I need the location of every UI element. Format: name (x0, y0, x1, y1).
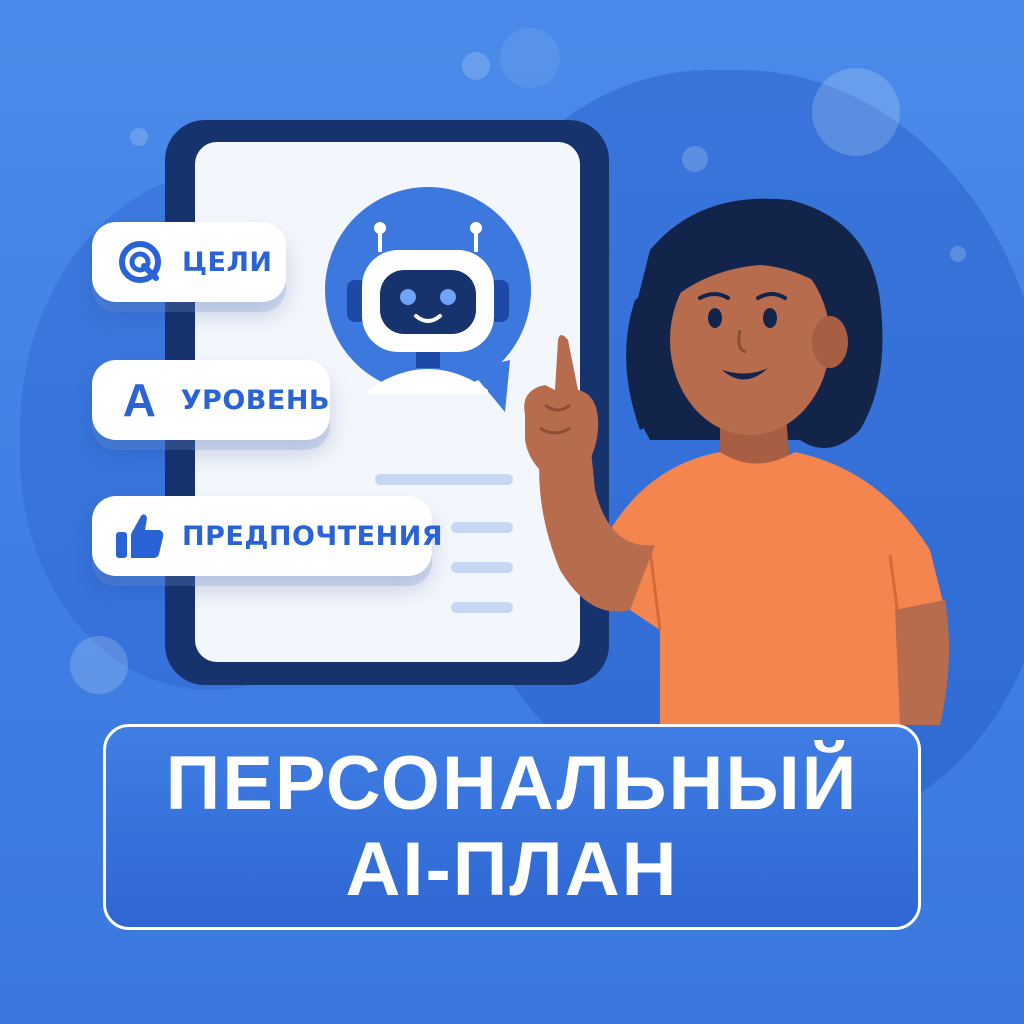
feature-label: ЦЕЛИ (182, 246, 273, 278)
feature-goals: ЦЕЛИ (92, 222, 286, 302)
letter-a-glyph: A (122, 374, 156, 426)
feature-level: A УРОВЕНЬ (92, 360, 330, 440)
letter-a-icon: A (114, 374, 165, 426)
banner-title-line2: AI-ПЛАН (345, 827, 679, 912)
decor-circle (70, 636, 128, 694)
title-banner: ПЕРСОНАЛЬНЫЙ AI-ПЛАН (103, 724, 921, 930)
decor-circle (812, 68, 900, 156)
thumbs-up-icon (114, 510, 166, 562)
feature-preferences: ПРЕДПОЧТЕНИЯ (92, 496, 443, 576)
decor-circle (682, 146, 708, 172)
decor-circle (462, 52, 490, 80)
text-placeholder-line (375, 474, 513, 485)
woman-illustration (524, 198, 949, 725)
target-icon (114, 236, 166, 288)
decor-circle (500, 28, 560, 88)
banner-title-line1: ПЕРСОНАЛЬНЫЙ (165, 741, 859, 826)
feature-label: ПРЕДПОЧТЕНИЯ (182, 520, 444, 552)
decor-circle (130, 128, 148, 146)
feature-label: УРОВЕНЬ (180, 384, 330, 416)
